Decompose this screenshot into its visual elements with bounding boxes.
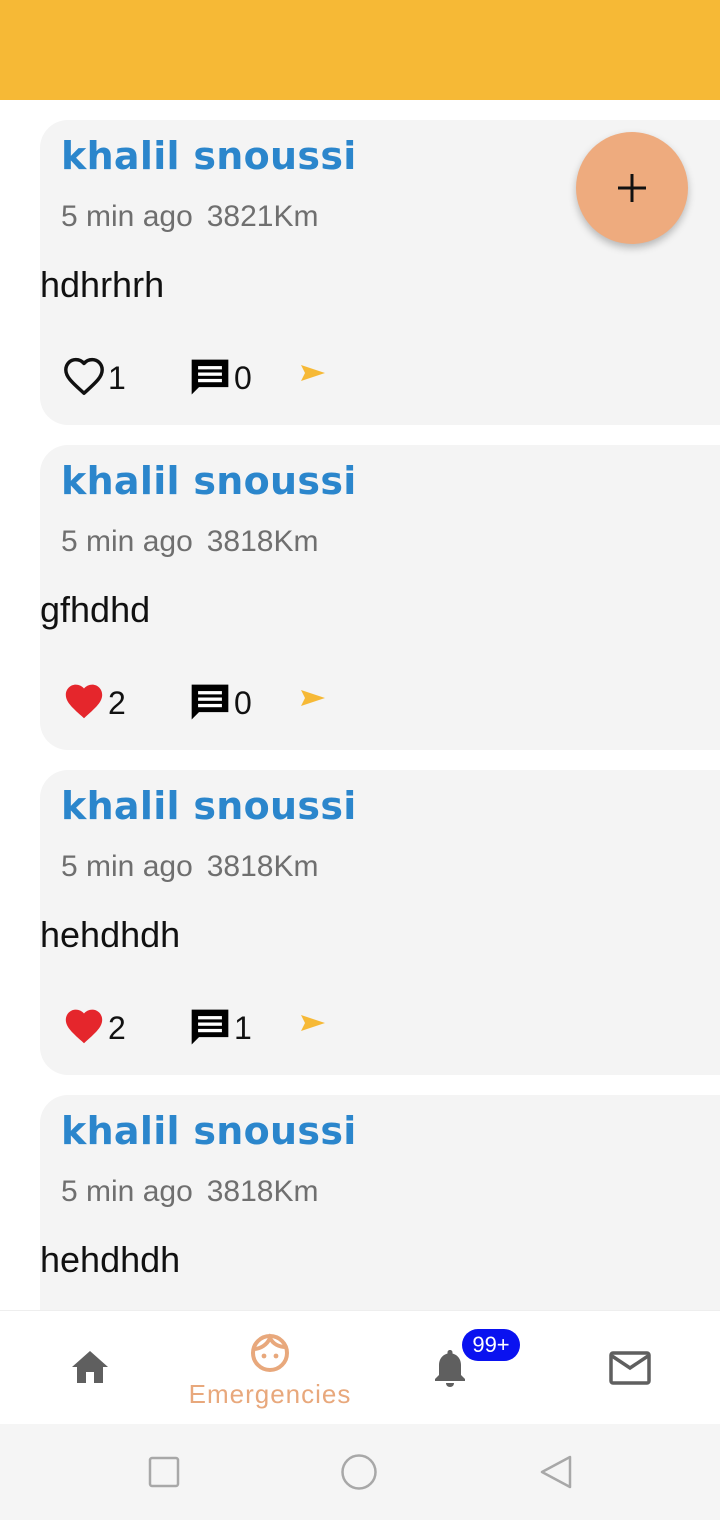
comment-icon <box>191 359 229 395</box>
comment-count: 1 <box>234 1010 252 1046</box>
app-bar <box>0 0 720 100</box>
post-actions: 1 0 <box>40 352 440 402</box>
like-count: 1 <box>108 360 126 396</box>
comment-icon <box>191 1009 229 1045</box>
comment-count: 0 <box>234 360 252 396</box>
post-actions: 2 1 <box>40 1002 440 1052</box>
post-meta: 5 min ago 3818Km <box>61 850 319 884</box>
post-time: 5 min ago <box>61 850 193 883</box>
heart-filled-icon <box>65 684 103 719</box>
post-time: 5 min ago <box>61 1175 193 1208</box>
like-button[interactable]: 2 <box>62 677 132 727</box>
post-text: hdhrhrh <box>40 264 165 305</box>
post-card[interactable]: khalil snoussi 5 min ago 3818Km gfhdhd 2 … <box>40 445 720 750</box>
post-author[interactable]: khalil snoussi <box>61 1109 357 1153</box>
triangle-back-icon[interactable] <box>538 1454 574 1490</box>
comment-button[interactable]: 0 <box>188 352 268 402</box>
post-distance: 3821Km <box>206 200 319 233</box>
nav-emergencies-label: Emergencies <box>188 1379 352 1409</box>
post-text: hehdhdh <box>40 914 181 955</box>
bottom-navigation: Emergencies 99+ <box>0 1310 720 1425</box>
post-author[interactable]: khalil snoussi <box>61 459 357 503</box>
comment-button[interactable]: 0 <box>188 677 268 727</box>
circle-icon[interactable] <box>340 1453 378 1491</box>
mail-icon <box>609 1351 651 1385</box>
post-card[interactable]: khalil snoussi 5 min ago 3818Km hehdhdh <box>40 1095 720 1310</box>
face-icon <box>251 1333 289 1372</box>
post-time: 5 min ago <box>61 200 193 233</box>
heart-outline-icon <box>64 357 104 395</box>
post-feed[interactable]: khalil snoussi 5 min ago 3821Km hdhrhrh 1… <box>0 100 720 1310</box>
send-icon <box>301 690 325 706</box>
post-distance: 3818Km <box>206 850 319 883</box>
post-meta: 5 min ago 3818Km <box>61 1175 319 1209</box>
comment-icon <box>191 684 229 720</box>
heart-filled-icon <box>65 1009 103 1044</box>
square-icon[interactable] <box>148 1456 180 1488</box>
comment-button[interactable]: 1 <box>188 1002 268 1052</box>
post-author[interactable]: khalil snoussi <box>61 134 357 178</box>
post-text: hehdhdh <box>40 1239 181 1280</box>
like-button[interactable]: 2 <box>62 1002 132 1052</box>
post-time: 5 min ago <box>61 525 193 558</box>
nav-notifications[interactable]: 99+ <box>360 1311 540 1425</box>
nav-home[interactable] <box>0 1311 180 1425</box>
like-count: 2 <box>108 1010 126 1046</box>
post-card[interactable]: khalil snoussi 5 min ago 3818Km hehdhdh 2… <box>40 770 720 1075</box>
like-count: 2 <box>108 685 126 721</box>
send-icon <box>301 1015 325 1031</box>
post-distance: 3818Km <box>206 1175 319 1208</box>
home-icon <box>72 1351 108 1383</box>
share-button[interactable] <box>300 1012 330 1042</box>
system-navigation-bar <box>0 1424 720 1520</box>
send-icon <box>301 365 325 381</box>
post-distance: 3818Km <box>206 525 319 558</box>
nav-emergencies[interactable]: Emergencies <box>180 1311 360 1425</box>
share-button[interactable] <box>300 362 330 392</box>
nav-messages[interactable] <box>540 1311 720 1425</box>
bell-icon <box>435 1350 465 1387</box>
notification-badge: 99+ <box>462 1329 520 1361</box>
add-post-button[interactable] <box>576 132 688 244</box>
like-button[interactable]: 1 <box>62 352 132 402</box>
post-text: gfhdhd <box>40 589 151 630</box>
post-author[interactable]: khalil snoussi <box>61 784 357 828</box>
post-meta: 5 min ago 3818Km <box>61 525 319 559</box>
share-button[interactable] <box>300 687 330 717</box>
plus-icon <box>618 174 646 202</box>
comment-count: 0 <box>234 685 252 721</box>
post-actions: 2 0 <box>40 677 440 727</box>
post-meta: 5 min ago 3821Km <box>61 200 319 234</box>
